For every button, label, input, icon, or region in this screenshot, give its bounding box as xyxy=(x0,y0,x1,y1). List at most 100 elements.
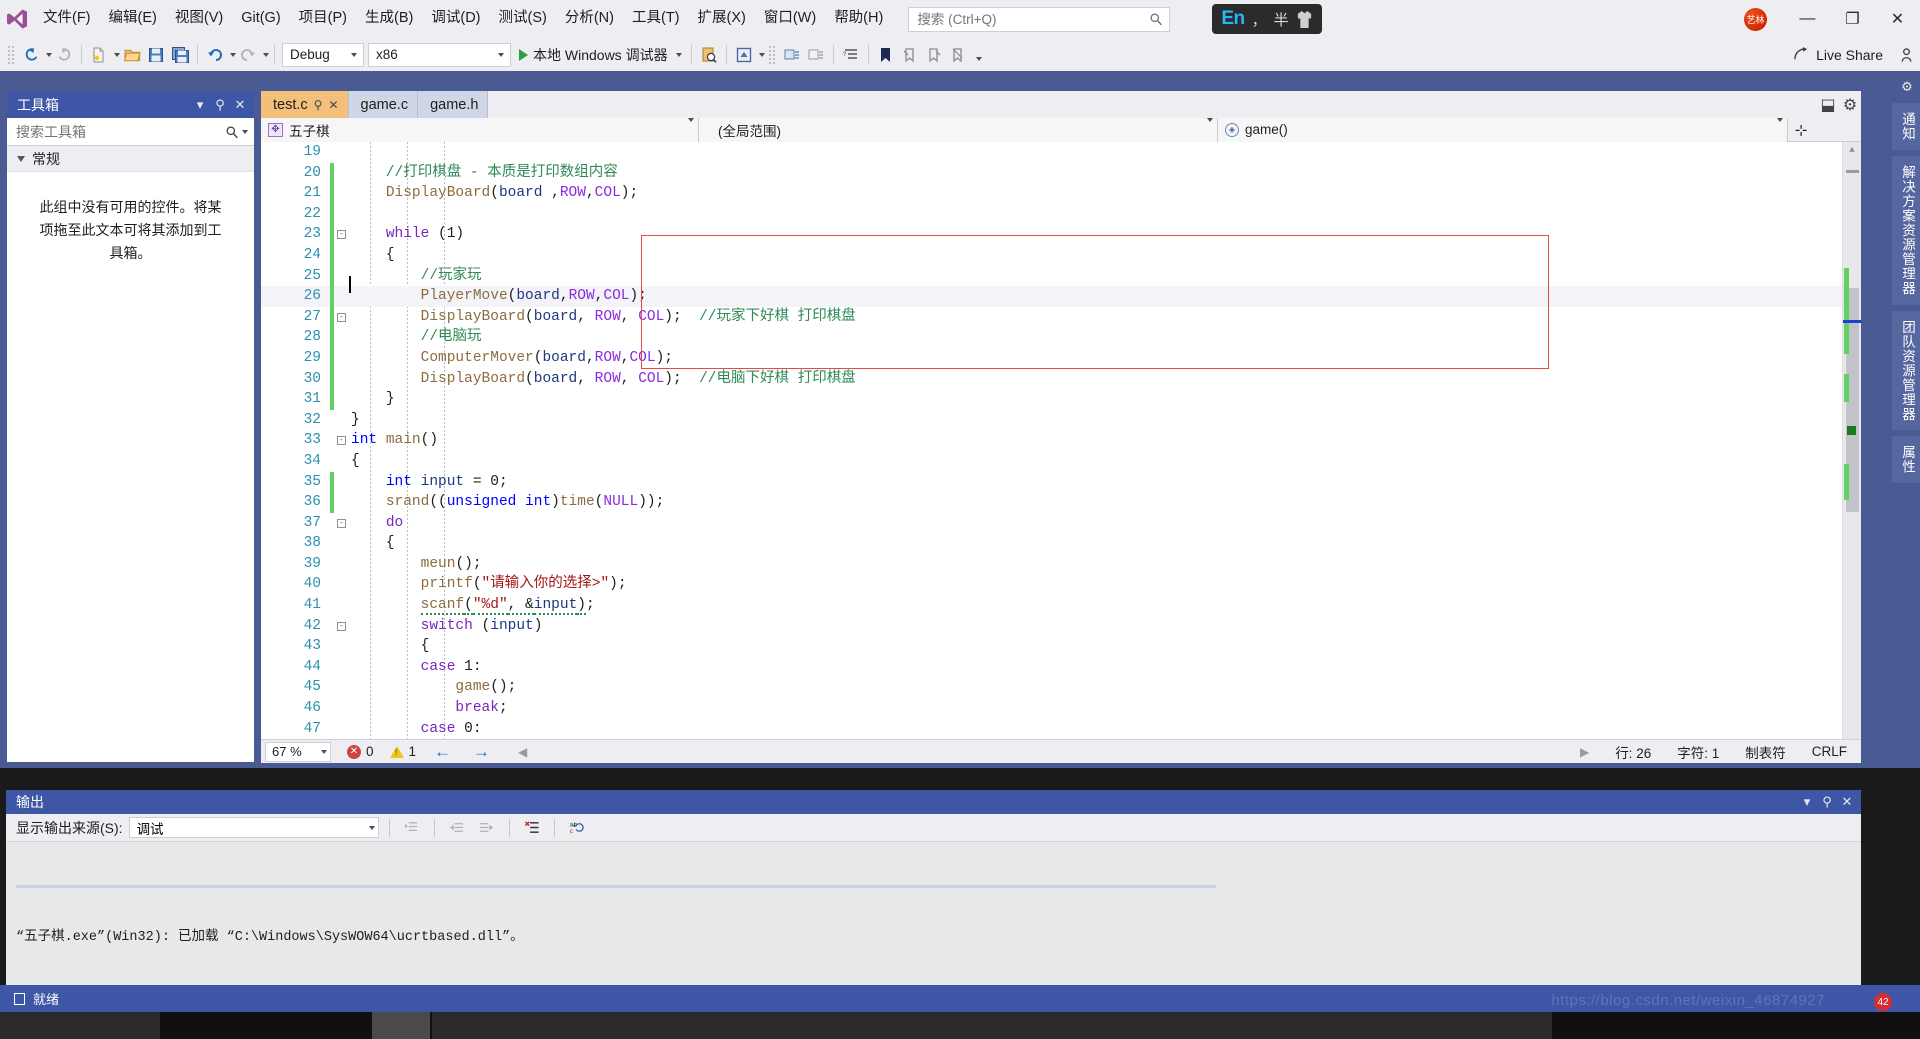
toolbox-group-general[interactable]: 常规 xyxy=(7,146,254,172)
close-button[interactable]: ✕ xyxy=(1875,0,1920,38)
menu-extensions[interactable]: 扩展(X) xyxy=(689,6,755,31)
comment-selection-button[interactable] xyxy=(780,43,804,67)
code-line[interactable]: 28 //电脑玩 xyxy=(261,327,1842,348)
scroll-up-arrow-icon[interactable]: ▲ xyxy=(1843,142,1861,159)
menu-window[interactable]: 窗口(W) xyxy=(755,6,825,31)
user-avatar[interactable]: 艺林 xyxy=(1744,7,1767,31)
restore-button[interactable]: ❐ xyxy=(1830,0,1875,38)
fold-toggle-icon[interactable]: - xyxy=(337,621,346,631)
live-share-button[interactable]: Live Share xyxy=(1793,46,1920,63)
output-source-combo[interactable]: 调试 xyxy=(128,817,379,838)
status-collapse-icon[interactable]: ◀ xyxy=(518,745,527,759)
redo-dropdown-icon[interactable] xyxy=(263,52,269,57)
fold-toggle-icon[interactable]: - xyxy=(337,436,346,446)
tab-settings-icon[interactable]: ⚙ xyxy=(1839,91,1861,118)
navigate-backward-button[interactable] xyxy=(19,43,43,67)
toolbar-grip[interactable] xyxy=(7,44,16,65)
uncomment-selection-button[interactable] xyxy=(804,43,828,67)
code-line[interactable]: 23 - while (1) xyxy=(261,224,1842,245)
toolbox-dropdown-icon[interactable]: ▾ xyxy=(190,95,210,115)
new-item-button[interactable] xyxy=(87,43,111,67)
menu-file[interactable]: 文件(F) xyxy=(34,6,100,31)
menu-analyze[interactable]: 分析(N) xyxy=(556,6,623,31)
code-line[interactable]: 19 xyxy=(261,142,1842,163)
output-dropdown-icon[interactable]: ▾ xyxy=(1797,792,1817,812)
clear-output-icon[interactable] xyxy=(520,817,544,839)
output-pin-icon[interactable]: ⚲ xyxy=(1817,792,1837,812)
select-solution-button[interactable] xyxy=(732,43,756,67)
split-view-icon[interactable]: ⬓ xyxy=(1817,91,1839,118)
menu-git[interactable]: Git(G) xyxy=(232,6,289,31)
tab-game-h[interactable]: game.h xyxy=(418,91,489,118)
code-line[interactable]: 44 case 1: xyxy=(261,657,1842,678)
menu-build[interactable]: 生成(B) xyxy=(356,6,422,31)
fold-toggle-icon[interactable]: - xyxy=(337,518,346,528)
attach-process-button[interactable] xyxy=(697,43,721,67)
solution-platform-combo[interactable]: x86 xyxy=(368,42,511,67)
error-count-indicator[interactable]: ✕ 0 xyxy=(347,744,374,759)
taskbar-segment-2[interactable] xyxy=(372,1012,430,1039)
tab-properties[interactable]: 属性 xyxy=(1892,436,1920,483)
code-line[interactable]: 31 } xyxy=(261,389,1842,410)
code-line[interactable]: 32} xyxy=(261,410,1842,431)
code-line[interactable]: 46 break; xyxy=(261,698,1842,719)
nav-member-selector[interactable]: ◈ game() xyxy=(1218,117,1788,142)
previous-bookmark-button[interactable] xyxy=(898,43,922,67)
menu-tools[interactable]: 工具(T) xyxy=(623,6,689,31)
code-editor[interactable]: 19 20 //打印棋盘 - 本质是打印数组内容 21 DisplayBoard(b… xyxy=(261,142,1861,739)
code-line[interactable]: 47 case 0: xyxy=(261,719,1842,739)
toolbox-close-icon[interactable]: ✕ xyxy=(230,95,250,115)
code-line[interactable]: 29 ComputerMover(board,ROW,COL); xyxy=(261,347,1842,369)
toolbar-overflow-icon[interactable] xyxy=(975,56,982,61)
code-line[interactable]: 24 { xyxy=(261,244,1842,266)
tab-solution-explorer[interactable]: 解决方案资源管理器 xyxy=(1892,156,1920,305)
toolbar-grip-2[interactable] xyxy=(767,44,777,65)
toolbox-pin-icon[interactable]: ⚲ xyxy=(210,95,230,115)
code-line[interactable]: 40 printf("请输入你的选择>"); xyxy=(261,574,1842,595)
zoom-level-combo[interactable]: 67 % xyxy=(265,741,331,762)
fold-toggle-icon[interactable]: - xyxy=(337,230,346,240)
menu-help[interactable]: 帮助(H) xyxy=(825,6,892,31)
code-line[interactable]: 33 - int main() xyxy=(261,430,1842,451)
navigate-previous-icon[interactable]: ← xyxy=(434,742,451,762)
toolbox-search-dropdown-icon[interactable] xyxy=(242,129,248,134)
code-line[interactable]: 22 xyxy=(261,203,1842,225)
previous-message-icon[interactable] xyxy=(445,817,469,839)
tab-team-explorer[interactable]: 团队资源管理器 xyxy=(1892,310,1920,430)
nav-scope-selector[interactable]: (全局范围) xyxy=(699,117,1218,142)
code-line[interactable]: 45 game(); xyxy=(261,677,1842,698)
select-solution-dropdown-icon[interactable] xyxy=(758,52,765,57)
feedback-icon[interactable] xyxy=(1899,47,1914,63)
code-line[interactable]: 34 { xyxy=(261,451,1842,472)
code-line[interactable]: 35 int input = 0; xyxy=(261,471,1842,493)
code-line[interactable]: 26 PlayerMove(board,ROW,COL); xyxy=(261,286,1842,307)
start-debugging-button[interactable]: 本地 Windows 调试器 xyxy=(513,43,686,67)
tab-notifications[interactable]: 通知 xyxy=(1892,103,1920,150)
code-line[interactable]: 39 meun(); xyxy=(261,554,1842,575)
code-line[interactable]: 21 DisplayBoard(board ,ROW,COL); xyxy=(261,183,1842,204)
output-close-icon[interactable]: ✕ xyxy=(1837,792,1857,812)
editor-vertical-scrollbar[interactable]: ▲ xyxy=(1842,142,1861,739)
navigate-next-icon[interactable]: → xyxy=(473,742,490,762)
code-line[interactable]: 41 scanf("%d", &input); xyxy=(261,595,1842,616)
toolbox-search[interactable] xyxy=(7,118,254,146)
navigate-forward-button[interactable] xyxy=(52,43,76,67)
menu-test[interactable]: 测试(S) xyxy=(490,6,556,31)
notifications-gear-icon[interactable]: ⚙ xyxy=(1897,77,1917,97)
undo-button[interactable] xyxy=(203,43,227,67)
code-line[interactable]: 37 - do xyxy=(261,513,1842,534)
next-bookmark-button[interactable] xyxy=(922,43,946,67)
open-file-button[interactable] xyxy=(120,43,144,67)
go-to-message-icon[interactable] xyxy=(400,817,424,839)
toggle-bookmark-button[interactable] xyxy=(874,43,898,67)
toggle-word-wrap-icon[interactable]: ab c xyxy=(565,817,589,839)
caret-expand-icon[interactable]: ▶ xyxy=(1580,745,1589,759)
code-line[interactable]: 25 //玩家玩 xyxy=(261,265,1842,287)
clear-bookmarks-button[interactable] xyxy=(946,43,970,67)
code-line[interactable]: 27 - DisplayBoard(board, ROW, COL); //玩家下… xyxy=(261,306,1842,328)
menu-project[interactable]: 项目(P) xyxy=(290,6,356,31)
search-input[interactable] xyxy=(917,11,1150,27)
code-line[interactable]: 20 //打印棋盘 - 本质是打印数组内容 xyxy=(261,162,1842,184)
ime-indicator[interactable]: En ， 半 xyxy=(1212,4,1322,34)
fold-toggle-icon[interactable]: - xyxy=(337,312,346,322)
